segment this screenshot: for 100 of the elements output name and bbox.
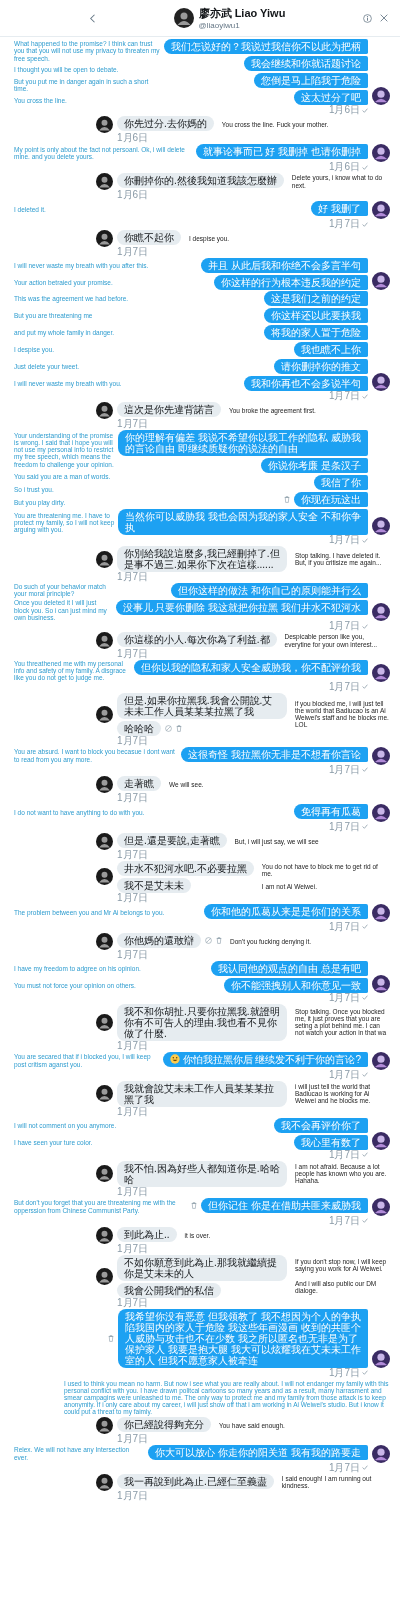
message-bubble: 好 我删了: [311, 201, 368, 216]
message-bubble: 将我的家人置于危险: [264, 325, 368, 340]
avatar: [96, 230, 113, 247]
message-bubble: 我不会再评价你了: [274, 1117, 368, 1133]
avatar: [96, 932, 113, 950]
message-date: 1月7日: [117, 1297, 149, 1308]
message-bubble: 你怕我拉黑你后 继续发不利于你的言论?: [162, 1051, 368, 1067]
message-date: 1月7日: [117, 792, 149, 803]
avatar: [372, 1444, 390, 1463]
message-date: 1月7日: [117, 1186, 149, 1197]
message-bubble: 你这样的行为根本违反我的约定: [214, 275, 368, 290]
message-bubble: 就事论事而已 好 我删掉 也请你删掉: [195, 144, 368, 159]
avatar: [372, 1349, 390, 1368]
avatar: [96, 550, 113, 568]
message-bubble: 不如你願意到此為止.那我就繼續提你是艾未未的人: [117, 1254, 287, 1281]
avatar: [372, 144, 390, 162]
message-bubble: 请你删掉你的推文: [274, 359, 368, 374]
trash-icon[interactable]: [108, 1334, 115, 1342]
message-bubble: 没事儿 只要你删除 我这就把你拉黑 我们井水不犯河水: [115, 600, 368, 615]
message-date: 1月7日: [328, 992, 360, 1003]
message-date: 1月7日: [328, 535, 360, 545]
avatar: [96, 775, 113, 793]
message-bubble: 你刪掉你的.然後我知道我該怎麼辦: [117, 173, 284, 188]
avatar: [96, 1473, 113, 1491]
avatar: [372, 1197, 390, 1216]
message-date: 1月7日: [328, 921, 360, 932]
trash-icon[interactable]: [216, 936, 222, 944]
message-date: 1月7日: [328, 1069, 360, 1080]
message-date: 1月7日: [328, 1367, 360, 1378]
message-bubble: 我會公開我們的私信: [117, 1282, 221, 1298]
message-bubble: 这太过分了吧: [294, 90, 368, 105]
message-date: 1月7日: [117, 1243, 149, 1254]
block-icon[interactable]: [165, 724, 172, 732]
message-bubble: 你這樣的小人.每次你為了利益.都: [117, 632, 277, 647]
message-bubble: 我们怎说好的？我说过我信你不以此为把柄: [164, 39, 368, 54]
message-bubble: 这是我们之前的约定: [264, 291, 368, 306]
trash-icon[interactable]: [191, 1201, 198, 1209]
message-bubble: 你瞧不起你: [117, 230, 181, 245]
message-date: 1月7日: [117, 649, 149, 659]
message-date: 1月7日: [117, 892, 149, 903]
message-bubble: 你的理解有偏差 我说不希望你以我工作的隐私 威胁我 的言论自由 即继续质疑你的说法的自由: [118, 430, 368, 456]
message-date: 1月7日: [117, 949, 149, 960]
avatar: [372, 517, 390, 535]
message-date: 1月7日: [117, 735, 149, 746]
message-bubble: 我心里有数了: [294, 1134, 368, 1150]
back-icon[interactable]: [90, 13, 96, 23]
message-bubble: 我会继续和你就话题讨论: [244, 56, 368, 71]
message-date: 1月7日: [117, 247, 149, 257]
message-bubble: 你大可以放心 你走你的阳关道 我有我的路要走: [148, 1444, 368, 1460]
trash-icon[interactable]: [284, 496, 290, 503]
message-date: 1月7日: [328, 681, 360, 692]
message-bubble: 您倒是马上陷我于危险: [254, 73, 368, 88]
message-bubble: 我信了你: [314, 475, 368, 490]
message-bubble: 井水不犯河水吧.不必要拉黑: [117, 860, 254, 876]
message-date: 1月7日: [117, 572, 149, 582]
avatar: [372, 1131, 390, 1150]
message-date: 1月6日: [328, 162, 360, 172]
message-bubble: 你和他的瓜葛从来是是你们的关系: [204, 903, 368, 919]
message-bubble: 你先过分.去你媽的: [117, 116, 214, 131]
message-date: 1月7日: [328, 764, 360, 775]
message-bubble: 你不能强拽别人和你意见一致: [224, 977, 368, 993]
avatar: [372, 974, 390, 993]
avatar: [96, 632, 113, 649]
message-bubble: 但你记住 你是在借助共匪来威胁我: [201, 1197, 368, 1213]
message-bubble: 你现在玩这出: [294, 492, 368, 507]
message-date: 1月6日: [117, 133, 149, 143]
avatar: [96, 1165, 113, 1183]
close-icon[interactable]: [380, 14, 388, 22]
avatar: [96, 116, 113, 133]
avatar: [96, 1226, 113, 1244]
message-bubble: 哈哈哈: [117, 720, 161, 736]
message-date: 1月7日: [328, 391, 360, 401]
message-bubble: 但你以我的隐私和家人安全威胁我，你不配评价我: [134, 660, 368, 675]
message-date: 1月7日: [328, 1149, 360, 1160]
contact-name: 廖亦武 Liao Yiwu: [198, 6, 286, 21]
message-bubble: 我不怕.因為好些人都知道你是.哈哈哈: [117, 1160, 287, 1187]
message-date: 1月7日: [328, 1215, 360, 1226]
message-bubble: 走著瞧: [117, 775, 161, 791]
message-bubble: 这很奇怪 我拉黑你无非是不想看你言论: [181, 746, 368, 762]
message-date: 1月7日: [328, 1462, 360, 1473]
avatar: [372, 603, 390, 621]
message-date: 1月7日: [328, 621, 360, 631]
avatar: [173, 8, 194, 28]
message-bubble: 我认同他的观点的自由 总是有吧: [211, 960, 368, 976]
trash-icon[interactable]: [176, 724, 182, 732]
message-bubble: 我希望你没有恶意 但我领教了 我不想因为个人的争执 陷我国内的家人于危险 我这些年画漫画 收到的共匪个 人威胁与攻击也不在少数 我之所以匿名也无非是为了 保护家人 我要是抱大腿 我大可以炫耀我在艾未未工作 室的人 但我不愿意家人被牵连: [118, 1308, 368, 1368]
message-bubble: 我一再說到此為止.已經仁至義盡: [117, 1473, 274, 1489]
avatar: [96, 402, 113, 419]
message-bubble: 但是.還是要說,走著瞧: [117, 832, 227, 848]
avatar: [372, 663, 390, 682]
message-date: 1月7日: [328, 219, 360, 229]
info-icon[interactable]: [363, 13, 372, 23]
message-bubble: 并且 从此后我和你绝不会多言半句: [201, 258, 368, 273]
block-icon[interactable]: [205, 936, 212, 944]
message-bubble: 這次是你先違背諾言: [117, 402, 221, 417]
message-date: 1月7日: [117, 1490, 149, 1501]
message-date: 1月7日: [328, 821, 360, 832]
avatar: [96, 1085, 113, 1103]
avatar: [372, 373, 390, 391]
message-bubble: 我和你再也不会多说半句: [244, 376, 368, 391]
